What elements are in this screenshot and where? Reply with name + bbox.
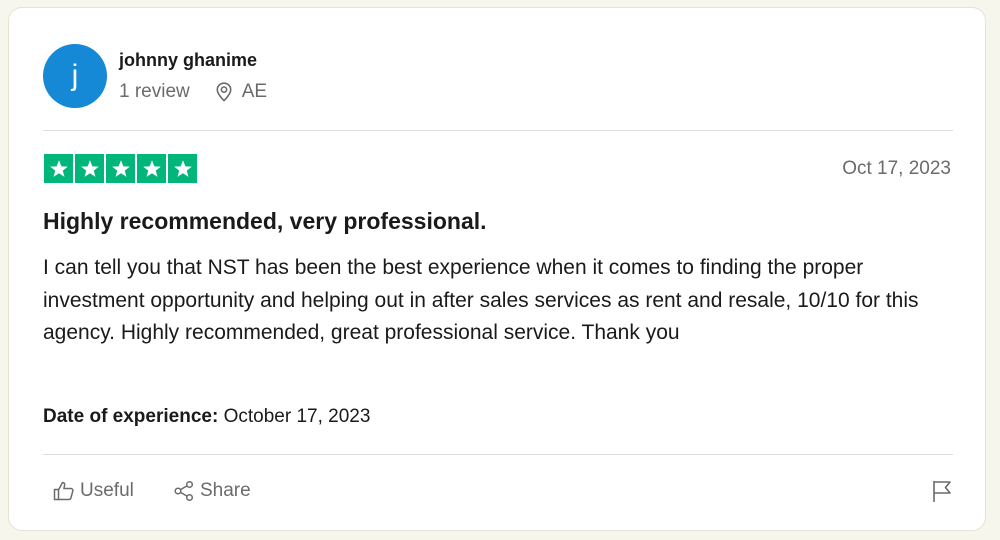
date-of-experience: Date of experience: October 17, 2023 xyxy=(43,406,370,428)
share-button[interactable]: Share xyxy=(173,480,251,502)
avatar-initial: j xyxy=(71,59,79,92)
avatar[interactable]: j xyxy=(43,44,107,108)
reviewer-info: johnny ghanime 1 review AE xyxy=(119,50,267,103)
review-body: I can tell you that NST has been the bes… xyxy=(43,256,919,344)
flag-icon xyxy=(933,481,951,502)
share-icon xyxy=(174,480,194,502)
reviewer-location: AE xyxy=(216,81,267,103)
reviewer-meta: 1 review AE xyxy=(119,81,267,103)
star-icon xyxy=(44,154,73,183)
divider xyxy=(43,130,953,131)
useful-label: Useful xyxy=(80,480,134,501)
country-code: AE xyxy=(241,80,268,102)
share-label: Share xyxy=(200,480,251,501)
star-rating xyxy=(44,154,197,183)
review-card: j johnny ghanime 1 review AE Oct 17, 202… xyxy=(8,7,986,531)
star-icon xyxy=(106,154,135,183)
location-pin-icon xyxy=(216,81,232,102)
review-date: Oct 17, 2023 xyxy=(842,158,951,179)
thumbs-up-icon xyxy=(53,481,74,501)
report-button[interactable] xyxy=(931,479,953,508)
divider xyxy=(43,454,953,455)
useful-button[interactable]: Useful xyxy=(53,480,134,502)
review-title[interactable]: Highly recommended, very professional. xyxy=(43,208,487,235)
reviewer-name[interactable]: johnny ghanime xyxy=(119,50,267,71)
reviewer-header: j johnny ghanime 1 review AE xyxy=(43,44,267,108)
experience-date: October 17, 2023 xyxy=(223,406,371,427)
star-icon xyxy=(137,154,166,183)
star-icon xyxy=(168,154,197,183)
star-icon xyxy=(75,154,104,183)
experience-label: Date of experience: xyxy=(43,406,219,427)
review-count: 1 review xyxy=(119,80,190,102)
